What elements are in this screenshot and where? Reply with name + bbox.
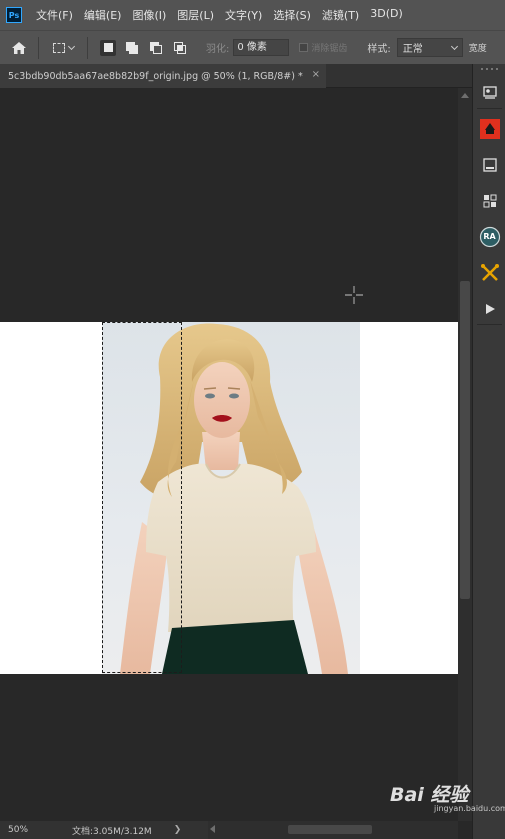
menu-filter[interactable]: 滤镜(T) xyxy=(322,7,359,23)
status-bar: 50% 文档:3.05M/3.12M ❯ xyxy=(0,821,208,839)
menu-image[interactable]: 图像(I) xyxy=(132,7,166,23)
home-icon xyxy=(12,41,26,54)
new-selection-button[interactable] xyxy=(100,39,116,56)
horizontal-scroll-thumb[interactable] xyxy=(288,825,372,834)
antialias-label: 消除锯齿 xyxy=(311,44,348,54)
antialias-checkbox[interactable]: 消除锯齿 xyxy=(299,41,347,54)
canvas-area[interactable] xyxy=(0,88,458,821)
document-canvas[interactable] xyxy=(0,322,458,674)
baidu-jingyan-watermark: Bai 经验 jingyan.baidu.com xyxy=(390,780,505,813)
panel-dock: RA xyxy=(472,64,505,839)
ra-plugin-button[interactable]: RA xyxy=(477,224,502,249)
adjustments-icon xyxy=(483,194,496,207)
width-label-text: 宽度 xyxy=(468,44,487,54)
intersect-selection-button[interactable] xyxy=(172,40,188,56)
close-icon[interactable]: × xyxy=(312,69,320,80)
menu-select[interactable]: 选择(S) xyxy=(273,7,311,23)
scroll-left-icon[interactable] xyxy=(210,825,215,833)
width-field[interactable]: 宽度 xyxy=(469,41,487,54)
panel-grip[interactable] xyxy=(481,68,498,74)
menu-items: 文件(F) 编辑(E) 图像(I) 图层(L) 文字(Y) 选择(S) 滤镜(T… xyxy=(36,7,414,23)
ra-plugin-label: RA xyxy=(483,232,496,241)
tools-plugin-icon xyxy=(480,263,499,281)
menu-type[interactable]: 文字(Y) xyxy=(225,7,262,23)
menu-layer[interactable]: 图层(L) xyxy=(177,7,214,23)
watermark-url: jingyan.baidu.com xyxy=(434,804,505,813)
color-swatch-icon xyxy=(479,118,500,139)
scroll-up-icon[interactable] xyxy=(461,93,469,98)
selection-mode-group xyxy=(100,39,188,56)
chevron-down-icon xyxy=(450,42,458,50)
info-panel-button[interactable] xyxy=(477,80,502,105)
horizontal-scrollbar[interactable] xyxy=(208,821,458,839)
menu-edit[interactable]: 编辑(E) xyxy=(84,7,122,23)
status-menu-arrow[interactable]: ❯ xyxy=(174,825,182,835)
play-actions-icon xyxy=(485,303,495,314)
style-select[interactable]: 正常 xyxy=(396,38,463,57)
checkbox-icon xyxy=(299,43,309,52)
crosshair-cursor-icon xyxy=(345,286,363,304)
style-value: 正常 xyxy=(402,44,423,55)
document-info: 文档:3.05M/3.12M xyxy=(72,826,152,837)
chevron-down-icon xyxy=(67,42,75,50)
document-tab-bar: 5c3bdb90db5aa67ae8b82b9f_origin.jpg @ 50… xyxy=(0,64,472,88)
vertical-scroll-thumb[interactable] xyxy=(460,281,470,599)
color-panel-button[interactable] xyxy=(477,116,502,141)
vertical-scrollbar[interactable] xyxy=(458,88,472,821)
separator xyxy=(87,36,88,59)
info-panel-icon xyxy=(482,85,497,99)
options-bar: 羽化: 0 像素 消除锯齿 样式: 正常 宽度 xyxy=(0,30,505,64)
separator xyxy=(477,108,502,109)
menu-file[interactable]: 文件(F) xyxy=(36,7,73,23)
tool-preset-picker[interactable] xyxy=(39,34,87,62)
photoshop-logo[interactable]: Ps xyxy=(6,7,22,23)
subtract-from-selection-button[interactable] xyxy=(148,40,164,56)
add-to-selection-button[interactable] xyxy=(124,40,140,56)
document-tab-title: 5c3bdb90db5aa67ae8b82b9f_origin.jpg @ 50… xyxy=(8,70,303,82)
tools-plugin-button[interactable] xyxy=(477,260,502,285)
properties-panel-button[interactable] xyxy=(477,152,502,177)
feather-input[interactable]: 0 像素 xyxy=(233,39,290,56)
adjustments-panel-button[interactable] xyxy=(477,188,502,213)
marquee-selection[interactable] xyxy=(102,322,182,673)
menu-3d[interactable]: 3D(D) xyxy=(370,7,403,23)
feather-label: 羽化: xyxy=(206,44,230,55)
new-selection-icon xyxy=(103,43,113,52)
zoom-level[interactable]: 50% xyxy=(8,825,28,835)
separator xyxy=(477,324,502,325)
rectangular-marquee-icon xyxy=(52,42,65,53)
style-label: 样式: xyxy=(367,44,391,55)
menu-bar: Ps 文件(F) 编辑(E) 图像(I) 图层(L) 文字(Y) 选择(S) 滤… xyxy=(0,0,505,30)
properties-icon xyxy=(482,157,497,172)
document-tab[interactable]: 5c3bdb90db5aa67ae8b82b9f_origin.jpg @ 50… xyxy=(0,64,326,88)
play-actions-button[interactable] xyxy=(477,296,502,321)
watermark-brand: Bai 经验 xyxy=(390,784,469,806)
home-button[interactable] xyxy=(0,34,38,62)
